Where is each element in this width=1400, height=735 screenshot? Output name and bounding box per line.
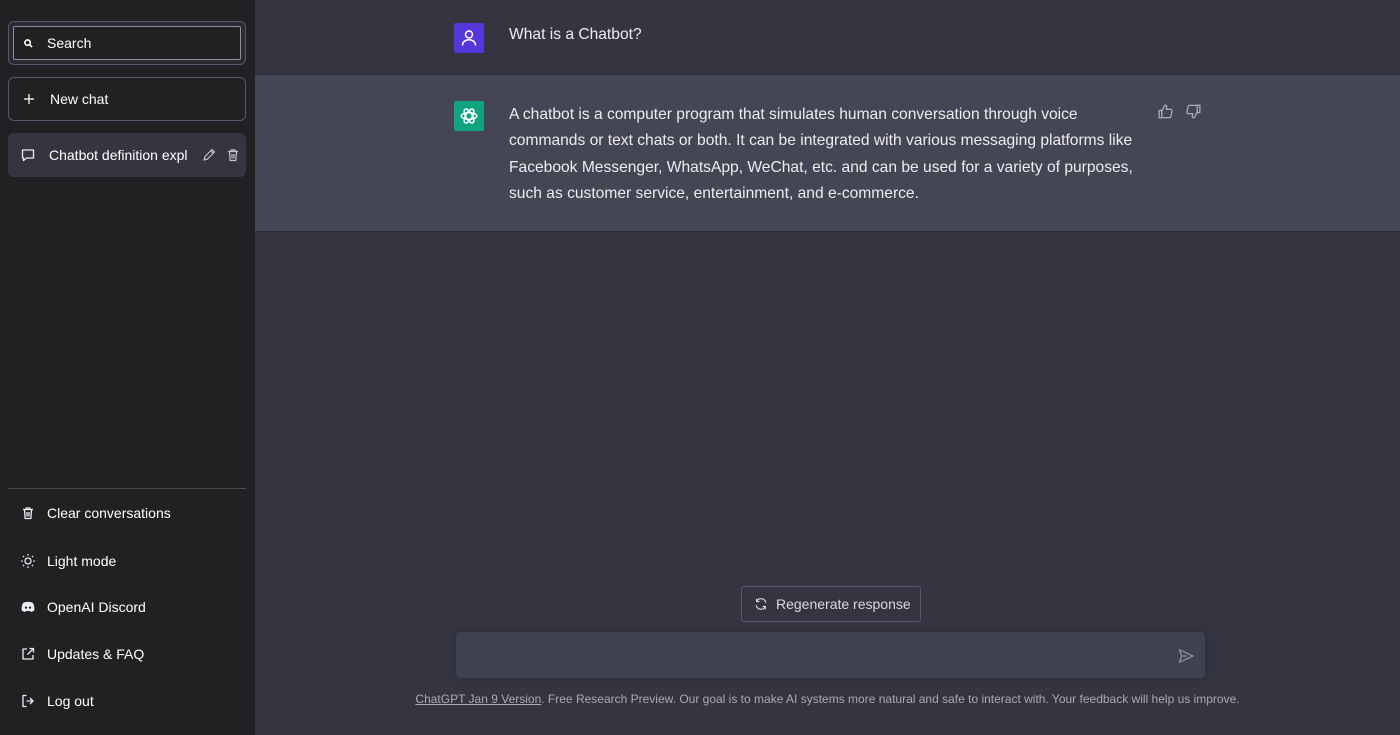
openai-discord-link[interactable]: OpenAI Discord [8, 585, 246, 629]
log-out-label: Log out [47, 693, 94, 709]
new-chat-button[interactable]: New chat [8, 77, 246, 121]
user-message: What is a Chatbot? [255, 0, 1400, 75]
log-out-button[interactable]: Log out [8, 679, 246, 723]
sidebar-divider [8, 488, 246, 489]
refresh-icon [754, 597, 768, 611]
send-icon[interactable] [1178, 648, 1194, 664]
updates-faq-link[interactable]: Updates & FAQ [8, 632, 246, 676]
openai-discord-label: OpenAI Discord [47, 599, 146, 615]
regenerate-response-label: Regenerate response [776, 596, 911, 612]
external-link-icon [20, 646, 36, 662]
user-avatar [454, 23, 484, 53]
clear-conversations-label: Clear conversations [47, 505, 171, 521]
version-link[interactable]: ChatGPT Jan 9 Version [415, 692, 541, 706]
conversation-title: Chatbot definition expl [49, 147, 188, 163]
user-icon [459, 28, 479, 48]
updates-faq-label: Updates & FAQ [47, 646, 145, 662]
search-box[interactable] [8, 21, 246, 65]
delete-icon[interactable] [225, 147, 241, 163]
assistant-message-text: A chatbot is a computer program that sim… [509, 106, 1133, 203]
new-chat-label: New chat [50, 91, 109, 107]
search-field[interactable] [13, 26, 241, 60]
chat-main: What is a Chatbot? A chatbot is a comput… [255, 0, 1400, 735]
assistant-avatar [454, 101, 484, 131]
footer-text: . Free Research Preview. Our goal is to … [541, 692, 1240, 706]
message-composer[interactable] [456, 632, 1205, 678]
edit-icon[interactable] [201, 147, 217, 163]
light-mode-label: Light mode [47, 553, 117, 569]
plus-icon [22, 92, 36, 106]
trash-icon [20, 505, 36, 521]
conversation-item[interactable]: Chatbot definition expl [8, 133, 246, 177]
regenerate-response-button[interactable]: Regenerate response [741, 586, 921, 622]
light-mode-button[interactable]: Light mode [8, 539, 246, 583]
sun-icon [20, 553, 36, 569]
openai-logo-icon [458, 105, 480, 127]
discord-icon [20, 599, 36, 615]
thumbs-up-icon[interactable] [1157, 103, 1174, 120]
logout-icon [20, 693, 36, 709]
clear-conversations-button[interactable]: Clear conversations [8, 491, 246, 535]
search-icon [24, 38, 33, 48]
assistant-message: A chatbot is a computer program that sim… [255, 75, 1400, 232]
thumbs-down-icon[interactable] [1185, 103, 1202, 120]
chat-bubble-icon [20, 147, 36, 163]
user-message-text: What is a Chatbot? [509, 26, 642, 43]
feedback-buttons [1157, 103, 1213, 120]
footer: ChatGPT Jan 9 Version. Free Research Pre… [255, 692, 1400, 706]
search-input[interactable] [47, 35, 217, 51]
message-input[interactable] [470, 644, 1160, 666]
sidebar: New chat Chatbot definition expl Clear c… [0, 0, 255, 735]
